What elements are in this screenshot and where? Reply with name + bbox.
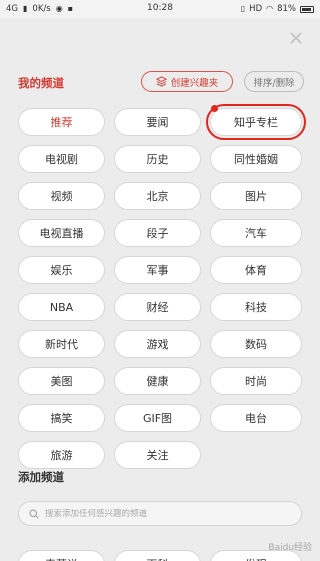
channel-chip-label: 军事 xyxy=(146,264,169,277)
add-channel-chip[interactable]: 奇葩说 xyxy=(18,550,105,561)
status-right: ▯ HD ◠ 81% xyxy=(241,4,314,14)
channel-chip[interactable]: 同性婚姻 xyxy=(210,145,302,173)
channel-chip-label: 关注 xyxy=(146,449,169,462)
channel-chip-label: 体育 xyxy=(245,264,267,277)
status-bar: 4G ▮ 0K/s ◉ ▪ 10:28 ▯ HD ◠ 81% xyxy=(0,0,320,18)
channel-chip-label: 数码 xyxy=(245,338,267,351)
channel-chip[interactable]: 游戏 xyxy=(114,330,201,358)
channel-chip[interactable]: 新时代 xyxy=(18,330,105,358)
channel-chip[interactable]: 旅游 xyxy=(18,441,105,469)
vibrate-icon: ▯ xyxy=(240,4,246,13)
add-channel-chip[interactable]: 百科 xyxy=(114,550,201,561)
channel-chip-label: 视频 xyxy=(50,190,73,203)
channel-chip-label: 推荐 xyxy=(50,116,73,129)
wifi-icon: ◠ xyxy=(266,4,274,13)
channel-chip[interactable]: 电台 xyxy=(210,404,302,432)
channel-chip[interactable]: 美图 xyxy=(18,367,105,395)
channel-chip-label: 电台 xyxy=(245,412,267,425)
channel-chip[interactable]: NBA xyxy=(18,293,105,321)
channel-chip-label: 北京 xyxy=(146,190,169,203)
channel-chip-label: 汽车 xyxy=(245,227,267,240)
close-icon xyxy=(290,32,302,44)
channel-chip[interactable]: 要闻 xyxy=(114,108,201,136)
channel-chip-label: 图片 xyxy=(245,190,267,203)
channel-chip-label: 娱乐 xyxy=(50,264,73,277)
add-channels-title: 添加频道 xyxy=(18,470,64,484)
channel-search[interactable] xyxy=(18,501,302,526)
channel-chip[interactable]: 娱乐 xyxy=(18,256,105,284)
channel-chip[interactable]: 电视剧 xyxy=(18,145,105,173)
channel-chip[interactable]: 关注 xyxy=(114,441,201,469)
my-channels-title: 我的频道 xyxy=(18,76,64,90)
channel-chip[interactable]: 军事 xyxy=(114,256,201,284)
channel-chip-label: GIF图 xyxy=(142,412,173,425)
channel-chip[interactable]: GIF图 xyxy=(114,404,201,432)
battery-percent: 81% xyxy=(277,4,296,14)
channel-chip-label: NBA xyxy=(49,300,74,314)
channel-chip-label: 电视剧 xyxy=(45,153,78,166)
channel-chip[interactable]: 电视直播 xyxy=(18,219,105,247)
channel-chip-label: 段子 xyxy=(146,227,169,240)
channel-chip[interactable]: 财经 xyxy=(114,293,201,321)
channel-chip[interactable]: 科技 xyxy=(210,293,302,321)
channel-chip[interactable]: 汽车 xyxy=(210,219,302,247)
close-button[interactable] xyxy=(288,30,304,46)
channel-chip-label: 旅游 xyxy=(50,449,73,462)
channel-chip[interactable]: 图片 xyxy=(210,182,302,210)
add-channel-chip-label: 发现 xyxy=(245,556,267,561)
add-channel-chip-label: 奇葩说 xyxy=(45,556,78,561)
channel-chip[interactable]: 时尚 xyxy=(210,367,302,395)
channel-chip-label: 要闻 xyxy=(146,116,169,129)
channel-chip-label: 同性婚姻 xyxy=(234,153,278,166)
channel-chip-label: 健康 xyxy=(146,375,169,388)
channel-chip[interactable]: 数码 xyxy=(210,330,302,358)
battery-icon xyxy=(300,5,314,13)
channel-chip[interactable]: 视频 xyxy=(18,182,105,210)
channel-chip[interactable]: 知乎专栏 xyxy=(206,104,306,140)
more-channels-grid: 奇葩说 百科 发现 xyxy=(18,550,302,561)
channel-chip-label: 搞笑 xyxy=(50,412,73,425)
channel-chip[interactable]: 推荐 xyxy=(18,108,105,136)
create-button-label: 创建兴趣夹 xyxy=(170,77,219,89)
channel-chip-label: 知乎专栏 xyxy=(234,116,278,129)
channel-chip-label: 电视直播 xyxy=(39,227,84,240)
channel-chip-label: 美图 xyxy=(50,375,73,388)
channel-chip[interactable]: 北京 xyxy=(114,182,201,210)
channel-chip-label: 游戏 xyxy=(146,338,169,351)
channel-chip-label: 科技 xyxy=(245,301,267,314)
watermark: Baidu经验 xyxy=(268,543,312,553)
channel-chip[interactable]: 搞笑 xyxy=(18,404,105,432)
layers-icon xyxy=(155,76,167,87)
channel-chip[interactable]: 体育 xyxy=(210,256,302,284)
channel-chip[interactable]: 历史 xyxy=(114,145,201,173)
channel-chip-label: 时尚 xyxy=(245,375,267,388)
add-channel-chip-label: 百科 xyxy=(147,556,169,561)
channel-chip-label: 财经 xyxy=(146,301,169,314)
sort-delete-button[interactable]: 排序/删除 xyxy=(244,71,304,92)
channel-chip[interactable]: 段子 xyxy=(114,219,201,247)
channel-chip-label: 历史 xyxy=(146,153,169,166)
create-interest-folder-button[interactable]: 创建兴趣夹 xyxy=(141,71,233,92)
hd-indicator: HD xyxy=(249,4,263,14)
my-channels-grid: 推荐 要闻 知乎专栏电视剧 历史 同性婚姻视频 北京 图片电视直播 段子 汽车娱乐 军事 体育 NBA… xyxy=(18,104,306,469)
channel-search-input[interactable] xyxy=(45,508,285,519)
new-badge-dot xyxy=(211,105,218,112)
search-icon xyxy=(29,508,39,519)
channel-chip[interactable]: 健康 xyxy=(114,367,201,395)
channel-chip-label: 新时代 xyxy=(45,338,78,351)
